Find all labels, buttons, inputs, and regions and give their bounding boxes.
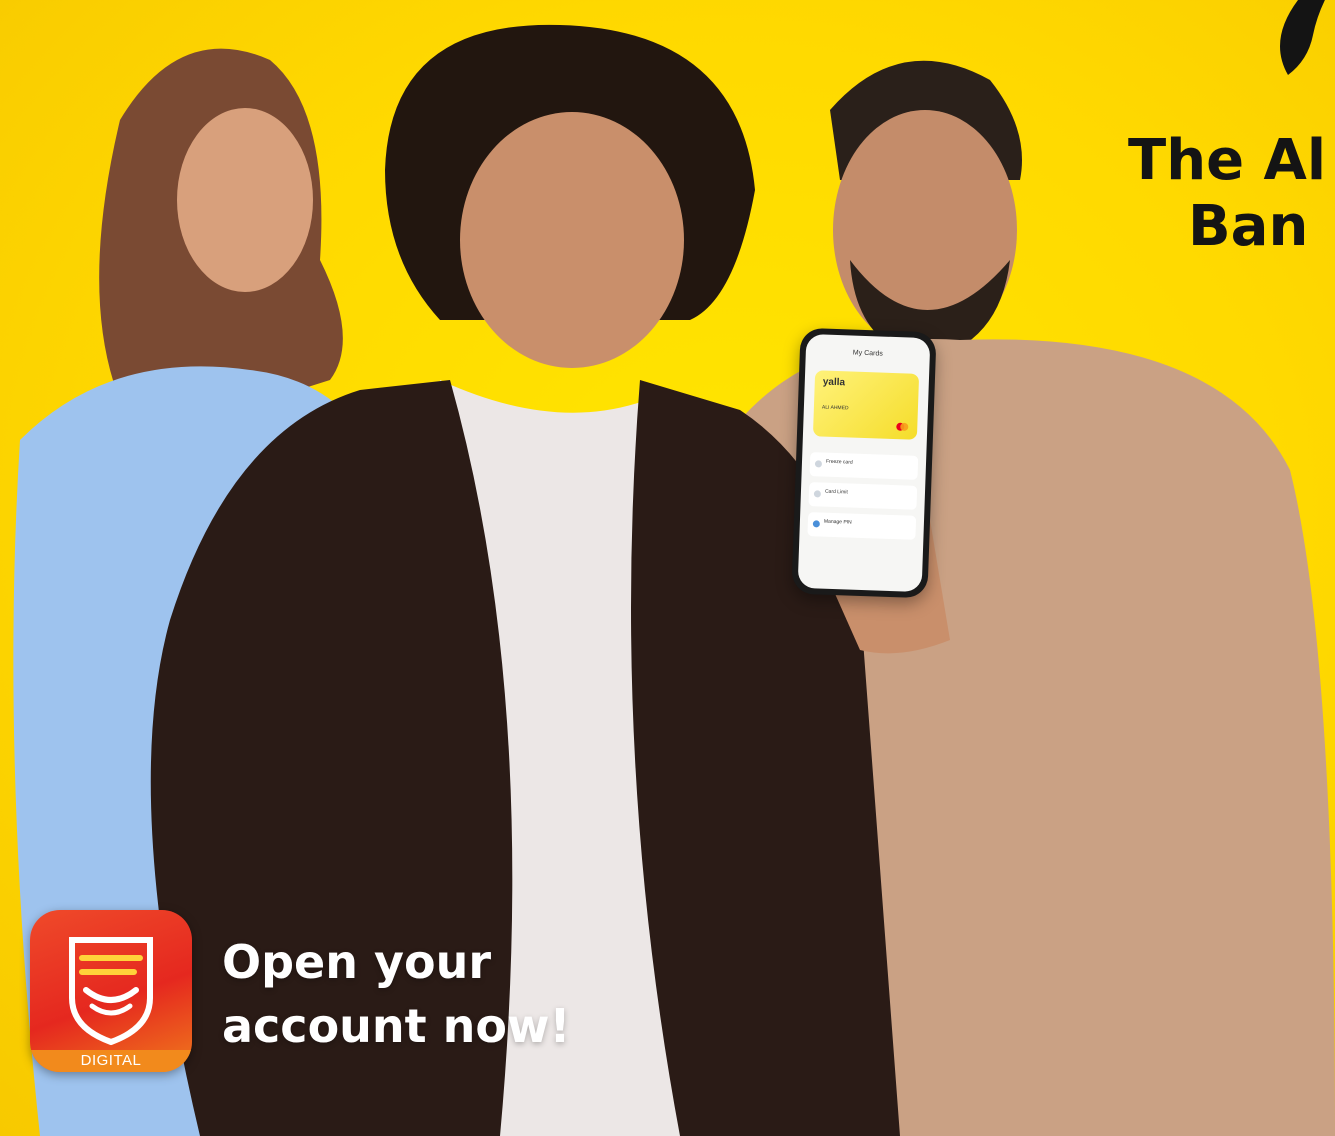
card-holder: ALI AHMED <box>821 404 849 412</box>
woman-face <box>177 108 313 292</box>
card-brand: yalla <box>822 376 846 389</box>
option-icon <box>813 490 822 498</box>
card-option-row: Freeze card <box>809 452 919 480</box>
brand-mark-icon <box>1280 0 1325 75</box>
cta-line-1: Open your <box>222 935 492 989</box>
cta-text: Open your account now! <box>222 930 571 1058</box>
card-option-label: Manage PIN <box>823 518 852 526</box>
boy-face <box>460 112 684 368</box>
card-option-row: Manage PIN <box>807 512 917 540</box>
mastercard-icon <box>896 422 909 431</box>
headline-line-2: Ban <box>1188 194 1309 259</box>
headline-line-1: The Al <box>1128 128 1327 193</box>
promo-banner: The Al Ban My Cards yalla ALI AHMED Free… <box>0 0 1335 1136</box>
phone-screen: My Cards yalla ALI AHMED Freeze card Car… <box>797 333 931 593</box>
phone-mockup: My Cards yalla ALI AHMED Freeze card Car… <box>791 327 937 599</box>
bank-logo-icon <box>69 937 153 1046</box>
app-icon-badge: DIGITAL <box>30 1050 192 1072</box>
option-icon <box>814 460 823 468</box>
headline: The Al Ban <box>1128 128 1326 260</box>
bank-card: yalla ALI AHMED <box>812 370 920 440</box>
phone-screen-title: My Cards <box>852 349 883 358</box>
option-icon <box>812 520 820 528</box>
cta-line-2: account now! <box>222 999 571 1053</box>
card-option-label: Freeze card <box>825 458 853 466</box>
app-icon[interactable]: DIGITAL <box>30 910 192 1072</box>
card-option-row: Card Limit <box>808 482 918 510</box>
card-option-label: Card Limit <box>824 488 848 496</box>
